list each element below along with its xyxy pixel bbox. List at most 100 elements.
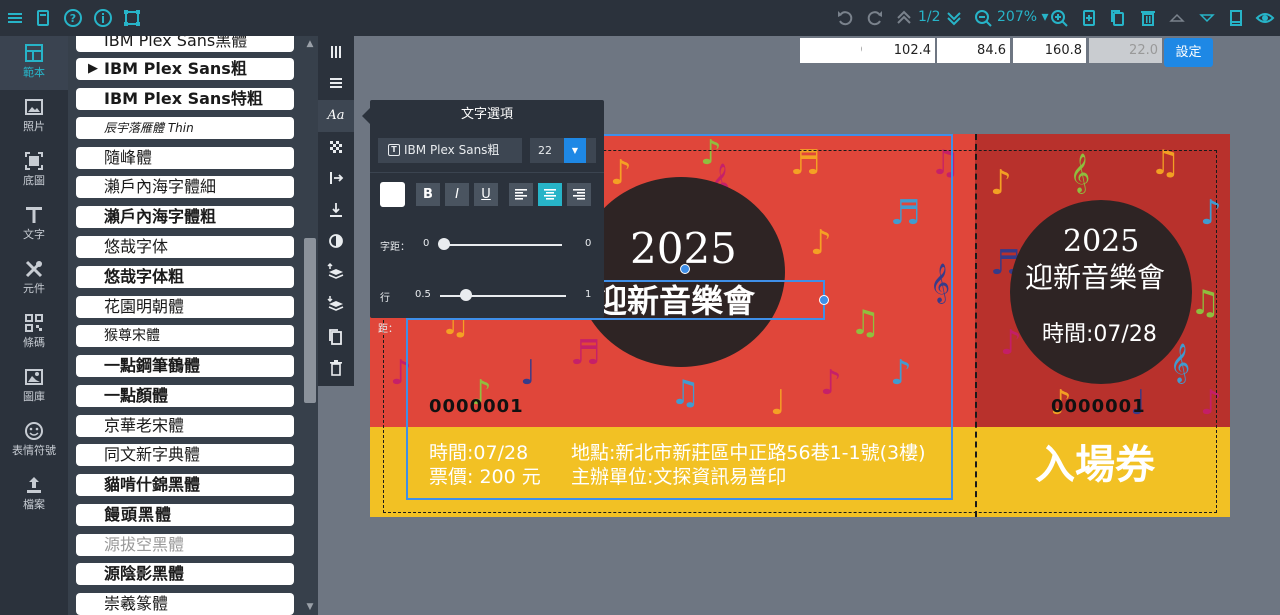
delete-page-icon[interactable]	[1137, 7, 1159, 29]
font-type-icon: T	[388, 144, 400, 156]
nav-template[interactable]: 範本	[0, 36, 68, 90]
font-item[interactable]: 辰宇落雁體 Thin	[76, 117, 294, 139]
send-backward-icon[interactable]	[324, 292, 348, 316]
nav-label: 表情符號	[12, 444, 56, 457]
fit-canvas-icon[interactable]	[121, 7, 143, 29]
set-button[interactable]: 設定	[1164, 38, 1213, 67]
align-left-button[interactable]	[509, 183, 533, 206]
zoom-level[interactable]: 207% ▾	[997, 9, 1049, 25]
nav-file[interactable]: 檔案	[0, 468, 68, 522]
italic-button[interactable]: I	[445, 183, 469, 206]
font-item[interactable]: 京華老宋體	[76, 415, 294, 437]
font-list-panel: IBM Plex Sans黑體 ▶ IBM Plex Sans粗 IBM Plex…	[68, 36, 318, 615]
help-icon[interactable]: ?	[62, 7, 84, 29]
font-item[interactable]: 源陰影黑體	[76, 563, 294, 585]
nav-barcode[interactable]: 條碼	[0, 306, 68, 360]
add-page-icon[interactable]	[1078, 7, 1100, 29]
nav-emoji[interactable]: 表情符號	[0, 414, 68, 468]
font-item[interactable]: 饅頭黑體	[76, 504, 294, 526]
align-left-icon	[515, 189, 527, 200]
letter-spacing-slider[interactable]	[438, 238, 450, 250]
scrollbar-thumb[interactable]	[304, 238, 316, 403]
nav-background[interactable]: 底圖	[0, 144, 68, 198]
line-spacing-track[interactable]	[440, 295, 566, 297]
font-size-select[interactable]: 22	[530, 138, 596, 163]
prev-page-icon[interactable]	[893, 7, 915, 29]
bring-forward-icon[interactable]	[324, 260, 348, 284]
line-spacing-min: 0.5	[415, 289, 431, 300]
move-right-icon[interactable]	[324, 166, 348, 190]
resize-handle[interactable]	[819, 295, 829, 305]
barcode-icon	[25, 314, 43, 332]
pos-w-input[interactable]: 84.6	[937, 38, 1010, 63]
nav-photo[interactable]: 照片	[0, 90, 68, 144]
font-item[interactable]: 一點顏體	[76, 385, 294, 407]
delete-icon[interactable]	[324, 356, 348, 380]
align-horizontal-icon[interactable]	[324, 71, 348, 95]
nav-label: 條碼	[23, 336, 45, 349]
font-family-select[interactable]: T IBM Plex Sans粗	[378, 138, 522, 163]
info-icon[interactable]	[92, 7, 114, 29]
bold-button[interactable]: B	[416, 183, 440, 206]
font-size-value: 22	[538, 144, 552, 157]
line-spacing-label: 行	[380, 293, 390, 304]
scroll-up-icon[interactable]: ▲	[304, 38, 316, 50]
font-item[interactable]: 源拔空黑體	[76, 534, 294, 556]
redo-icon[interactable]	[864, 7, 886, 29]
nav-text[interactable]: 文字	[0, 198, 68, 252]
font-item[interactable]: 同文新字典體	[76, 444, 294, 466]
menu-icon[interactable]	[4, 7, 26, 29]
nav-element[interactable]: 元件	[0, 252, 68, 306]
font-item[interactable]: 崇羲篆體	[76, 593, 294, 615]
rotate-handle[interactable]	[680, 264, 690, 274]
page-indicator: 1/2	[918, 9, 941, 25]
text-color-swatch[interactable]	[380, 182, 405, 207]
move-page-down-icon[interactable]	[1196, 7, 1218, 29]
letter-spacing-track[interactable]	[444, 244, 562, 246]
pos-y-input[interactable]: 102.4	[862, 38, 935, 63]
contrast-icon[interactable]	[324, 229, 348, 253]
transparency-icon[interactable]	[324, 135, 348, 159]
font-item[interactable]: IBM Plex Sans特粗	[76, 88, 294, 110]
pos-h-input[interactable]: 160.8	[1013, 38, 1086, 63]
align-right-button[interactable]	[567, 183, 591, 206]
font-item[interactable]: IBM Plex Sans黑體	[76, 36, 294, 52]
nav-gallery[interactable]: 圖庫	[0, 360, 68, 414]
line-spacing-slider[interactable]	[460, 289, 473, 301]
font-item[interactable]: 一點鋼筆鶴體	[76, 355, 294, 377]
font-item[interactable]: 悠哉字体	[76, 236, 294, 258]
text-options-icon[interactable]: Aa	[324, 104, 348, 128]
preview-eye-icon[interactable]	[1254, 7, 1276, 29]
font-item[interactable]: 猴尊宋體	[76, 325, 294, 347]
nav-label: 照片	[23, 120, 45, 133]
disabled-input: 22.0	[1089, 38, 1162, 63]
font-item[interactable]: 瀨戶內海字體細	[76, 176, 294, 198]
page-settings-icon[interactable]	[1225, 7, 1247, 29]
zoom-out-icon[interactable]	[972, 7, 994, 29]
align-vertical-icon[interactable]	[324, 40, 348, 64]
font-item[interactable]: 隨峰體	[76, 147, 294, 169]
font-item[interactable]: 花園明朝體	[76, 296, 294, 318]
gallery-icon	[25, 369, 43, 385]
font-item[interactable]: 悠哉字体粗	[76, 266, 294, 288]
move-page-up-icon[interactable]	[1166, 7, 1188, 29]
svg-text:?: ?	[70, 12, 76, 25]
next-page-icon[interactable]	[943, 7, 965, 29]
font-item-selected[interactable]: ▶ IBM Plex Sans粗	[76, 58, 294, 80]
underline-button[interactable]: U	[474, 183, 498, 206]
letter-spacing-min: 0	[423, 238, 430, 249]
line-spacing-max: 1	[585, 289, 592, 300]
layers-icon[interactable]	[32, 7, 54, 29]
nav-label: 底圖	[23, 174, 45, 187]
align-center-button[interactable]	[538, 183, 562, 206]
divider	[370, 172, 604, 173]
scroll-down-icon[interactable]: ▼	[304, 601, 316, 613]
duplicate-icon[interactable]	[324, 325, 348, 349]
copy-page-icon[interactable]	[1107, 7, 1129, 29]
font-size-dropdown-button[interactable]: ▼	[564, 138, 586, 163]
zoom-in-icon[interactable]	[1048, 7, 1070, 29]
font-item[interactable]: 貓啃什錦黑體	[76, 474, 294, 496]
font-item[interactable]: 瀨戶內海字體粗	[76, 206, 294, 228]
undo-icon[interactable]	[834, 7, 856, 29]
move-down-icon[interactable]	[324, 198, 348, 222]
